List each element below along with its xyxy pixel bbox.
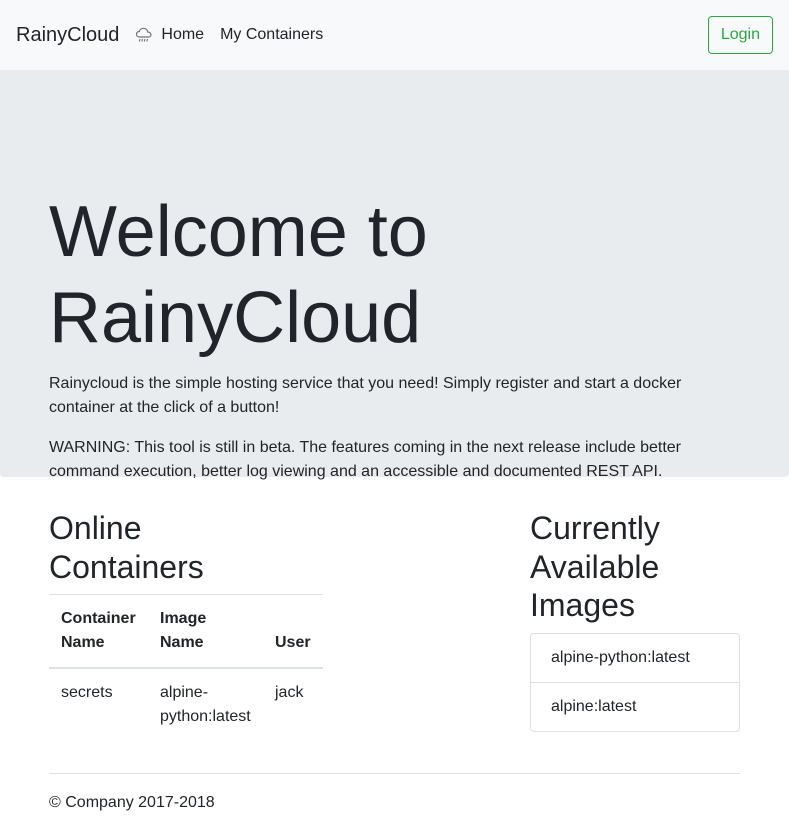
login-button[interactable]: Login bbox=[707, 16, 773, 54]
containers-table: Container Name Image Name User secrets a… bbox=[49, 594, 323, 741]
online-containers-title: Online Containers bbox=[49, 510, 204, 585]
cell-image-name: alpine-python:latest bbox=[160, 684, 251, 725]
brand-link[interactable]: RainyCloud bbox=[16, 24, 119, 47]
navbar: RainyCloud Home My Containers Login bbox=[0, 0, 789, 70]
list-item[interactable]: alpine-python:latest bbox=[531, 634, 739, 682]
main-content: Online Containers Container Name Image N… bbox=[0, 477, 789, 773]
available-images-title: Currently Available Images bbox=[530, 510, 660, 623]
nav-my-containers[interactable]: My Containers bbox=[220, 26, 323, 44]
table-header-row: Container Name Image Name User bbox=[49, 594, 323, 669]
column-header-image-name: Image Name bbox=[148, 594, 263, 669]
nav-home[interactable]: Home bbox=[135, 26, 204, 44]
images-list: alpine-python:latest alpine:latest bbox=[530, 632, 740, 732]
cell-user: jack bbox=[275, 684, 304, 701]
jumbotron-title: Welcome to RainyCloud bbox=[49, 192, 428, 358]
jumbotron-intro: Rainycloud is the simple hosting service… bbox=[49, 375, 682, 416]
footer: © Company 2017-2018 bbox=[49, 773, 740, 812]
cell-container-name: secrets bbox=[61, 684, 113, 701]
column-header-user: User bbox=[263, 594, 323, 669]
jumbotron: Welcome to RainyCloud Rainycloud is the … bbox=[0, 70, 789, 480]
nav-my-containers-label: My Containers bbox=[220, 26, 324, 43]
table-row: secrets alpine-python:latest jack bbox=[49, 668, 323, 741]
copyright-text: © Company 2017-2018 bbox=[49, 794, 215, 811]
nav-home-label: Home bbox=[161, 26, 205, 43]
cloud-rain-icon bbox=[135, 26, 153, 44]
list-item[interactable]: alpine:latest bbox=[531, 681, 739, 731]
column-header-container-name: Container Name bbox=[49, 594, 148, 669]
online-containers-panel: Online Containers Container Name Image N… bbox=[49, 509, 323, 741]
available-images-panel: Currently Available Images alpine-python… bbox=[530, 509, 740, 732]
